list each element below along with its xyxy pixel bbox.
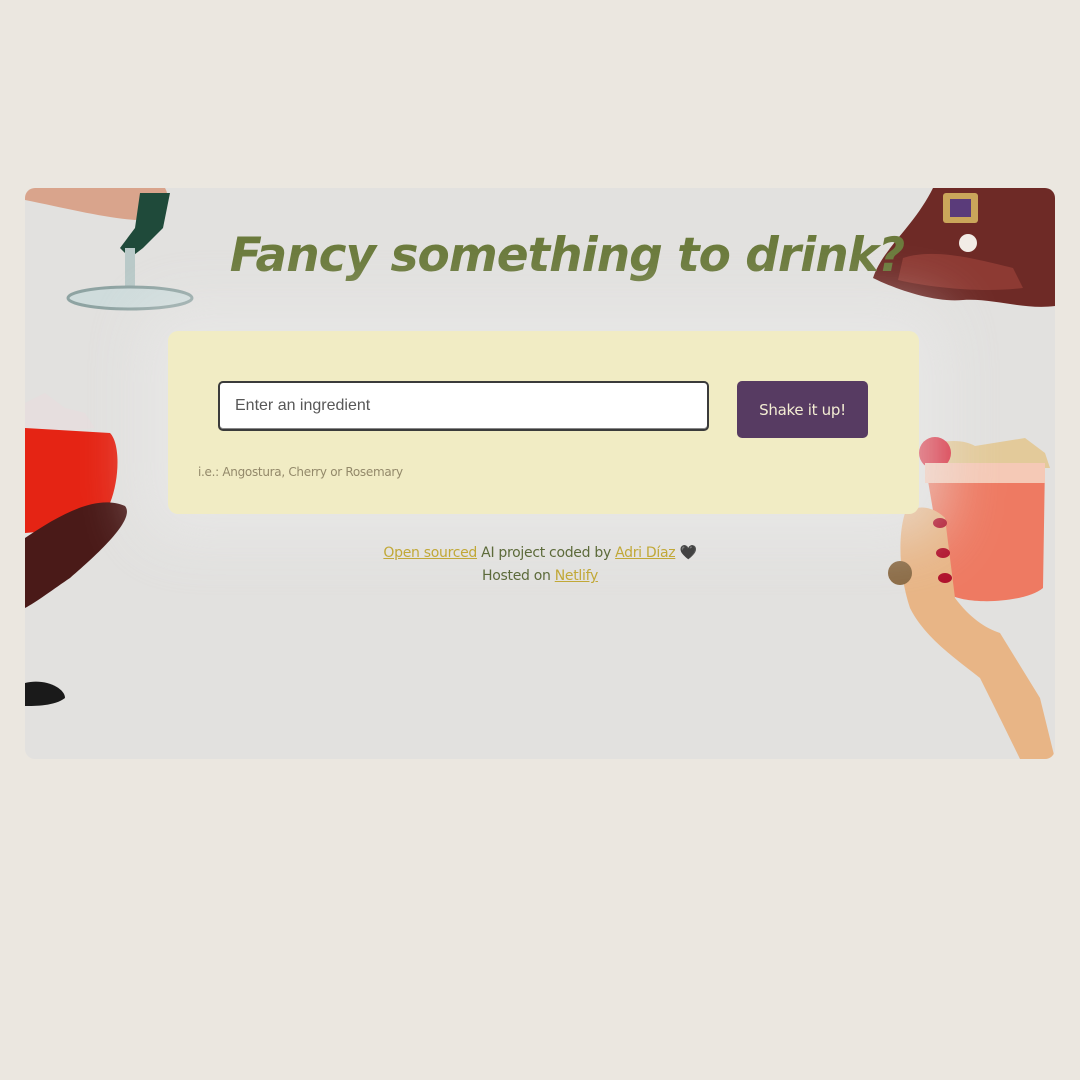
ingredient-hint: i.e.: Angostura, Cherry or Rosemary	[198, 465, 403, 479]
footer-hosting-line: Hosted on Netlify	[25, 565, 1055, 588]
open-sourced-link[interactable]: Open sourced	[383, 545, 477, 561]
footer-credits-line: Open sourced AI project coded by Adri Dí…	[25, 542, 1055, 565]
hosted-on-text: Hosted on	[482, 568, 555, 584]
netlify-link[interactable]: Netlify	[555, 568, 599, 584]
author-link[interactable]: Adri Díaz	[615, 545, 676, 561]
footer: Open sourced AI project coded by Adri Dí…	[25, 542, 1055, 588]
shake-it-up-button[interactable]: Shake it up!	[737, 381, 868, 438]
footer-credits-text: AI project coded by	[477, 545, 616, 561]
app-card: Fancy something to drink? Shake it up! i…	[25, 188, 1055, 759]
search-panel: Shake it up! i.e.: Angostura, Cherry or …	[168, 331, 919, 514]
page-title: Fancy something to drink?	[229, 228, 905, 283]
heart-icon: 🖤	[675, 545, 697, 561]
ingredient-input[interactable]	[218, 381, 709, 431]
